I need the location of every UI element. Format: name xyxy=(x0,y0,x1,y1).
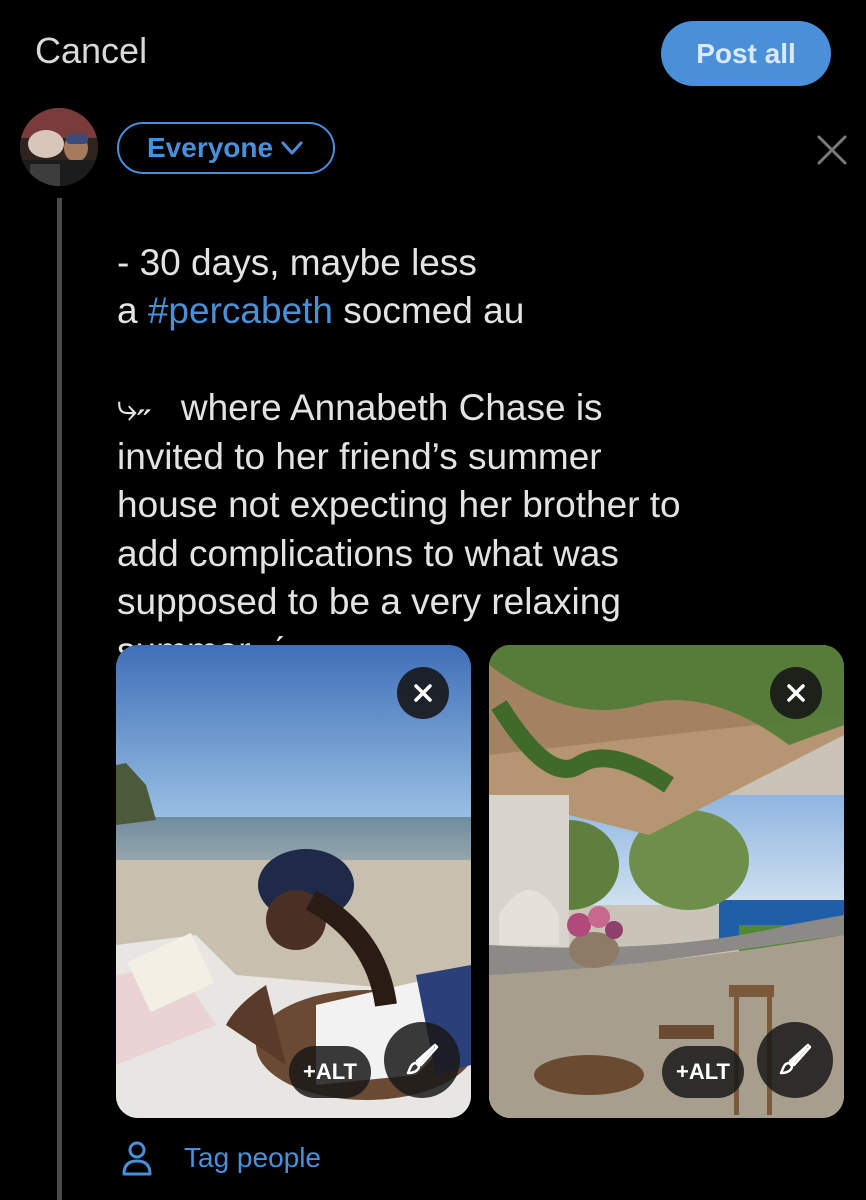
media-attachment-2[interactable]: +ALT xyxy=(489,645,844,1118)
remove-media-button[interactable] xyxy=(397,667,449,719)
post-all-button[interactable]: Post all xyxy=(661,21,831,86)
edit-media-button[interactable] xyxy=(757,1022,833,1098)
brush-icon xyxy=(779,1043,812,1075)
remove-media-button[interactable] xyxy=(770,667,822,719)
avatar[interactable] xyxy=(20,108,98,186)
tag-people-label: Tag people xyxy=(184,1142,322,1173)
close-icon[interactable] xyxy=(815,133,849,167)
add-alt-text-button[interactable]: +ALT xyxy=(662,1046,744,1098)
avatar-photo xyxy=(20,108,98,186)
thread-line xyxy=(57,198,62,1200)
post-text[interactable]: - 30 days, maybe less a #percabeth socme… xyxy=(117,190,817,675)
arrow-glyph: ⤷˶ xyxy=(117,387,151,428)
media-attachment-1[interactable]: +ALT xyxy=(116,645,471,1118)
text-line-2-prefix: a xyxy=(117,290,148,331)
compose-top-bar: Cancel Post all xyxy=(0,0,866,105)
hashtag-link[interactable]: #percabeth xyxy=(148,290,333,331)
close-icon xyxy=(414,684,432,702)
brush-icon xyxy=(406,1043,439,1075)
audience-selector[interactable]: Everyone xyxy=(117,122,335,174)
add-alt-text-button[interactable]: +ALT xyxy=(289,1046,371,1098)
cancel-button[interactable]: Cancel xyxy=(35,30,147,72)
text-line-1: - 30 days, maybe less xyxy=(117,241,477,283)
tag-people-button[interactable]: Tag people xyxy=(120,1138,321,1178)
chevron-down-icon xyxy=(281,141,303,155)
text-body: where Annabeth Chase is invited to her f… xyxy=(117,387,681,671)
text-line-2-suffix: socmed au xyxy=(333,290,525,331)
close-icon xyxy=(787,684,805,702)
person-icon xyxy=(122,1141,152,1176)
audience-label: Everyone xyxy=(147,132,274,163)
edit-media-button[interactable] xyxy=(384,1022,460,1098)
